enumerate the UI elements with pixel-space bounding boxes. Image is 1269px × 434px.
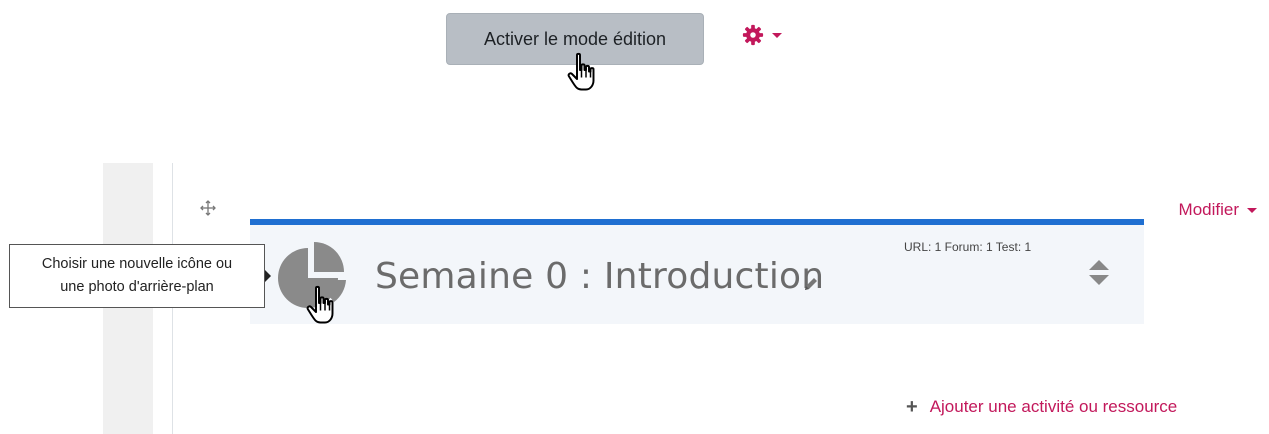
chevron-down-icon [1247, 207, 1257, 213]
tooltip-line-2: une photo d'arrière-plan [60, 279, 214, 295]
section-summary: URL: 1 Forum: 1 Test: 1 [904, 240, 1032, 254]
plus-icon: + [906, 396, 918, 418]
hand-cursor-icon [306, 285, 334, 324]
modifier-label: Modifier [1178, 200, 1239, 219]
chevron-down-icon [772, 32, 782, 38]
modifier-menu[interactable]: Modifier [1179, 200, 1257, 220]
settings-menu[interactable] [742, 24, 782, 46]
hand-cursor-icon [567, 52, 595, 91]
tooltip-arrow [265, 270, 271, 282]
edit-mode-button-label: Activer le mode édition [483, 28, 667, 49]
add-activity-button[interactable]: + Ajouter une activité ou ressource [906, 397, 1177, 417]
move-icon[interactable] [199, 199, 217, 217]
tooltip-line-1: Choisir une nouvelle icône ou [41, 256, 233, 272]
tooltip: Choisir une nouvelle icône ou une photo … [9, 244, 265, 308]
add-activity-label: Ajouter une activité ou ressource [929, 397, 1178, 416]
section-title[interactable]: Semaine 0 : Introduction [375, 256, 824, 297]
pencil-icon[interactable] [803, 276, 819, 292]
sort-icon[interactable] [1088, 258, 1110, 288]
gear-icon [742, 24, 764, 46]
